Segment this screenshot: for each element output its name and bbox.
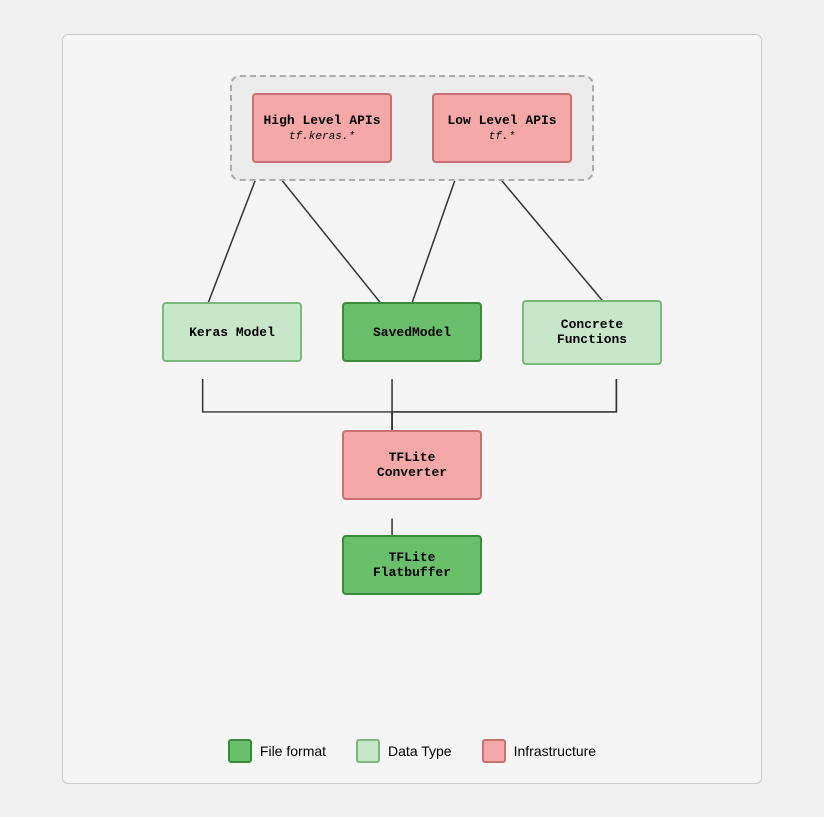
low-level-subtitle: tf.*: [489, 131, 515, 143]
concrete-functions-box: ConcreteFunctions: [522, 300, 662, 365]
high-level-subtitle: tf.keras.*: [289, 131, 355, 143]
tflite-converter-label: TFLiteConverter: [377, 450, 447, 480]
legend-file-format: File format: [228, 739, 326, 763]
diagram-area: High Level APIs tf.keras.* Low Level API…: [83, 65, 741, 719]
keras-model-box: Keras Model: [162, 302, 302, 362]
saved-model-label: SavedModel: [373, 325, 451, 340]
tflite-flatbuffer-label: TFLiteFlatbuffer: [373, 550, 451, 580]
legend-infrastructure-box: [482, 739, 506, 763]
legend-infrastructure-label: Infrastructure: [514, 743, 596, 759]
tflite-converter-box: TFLiteConverter: [342, 430, 482, 500]
tflite-flatbuffer-box: TFLiteFlatbuffer: [342, 535, 482, 595]
concrete-functions-label: ConcreteFunctions: [557, 317, 627, 347]
saved-model-box: SavedModel: [342, 302, 482, 362]
legend: File format Data Type Infrastructure: [228, 739, 596, 763]
legend-data-type: Data Type: [356, 739, 452, 763]
legend-data-type-label: Data Type: [388, 743, 452, 759]
low-level-title: Low Level APIs: [447, 113, 556, 128]
mid-row: Keras Model SavedModel ConcreteFunctions: [162, 300, 662, 365]
main-container: High Level APIs tf.keras.* Low Level API…: [62, 34, 762, 784]
legend-infrastructure: Infrastructure: [482, 739, 596, 763]
top-group: High Level APIs tf.keras.* Low Level API…: [230, 75, 594, 181]
keras-model-label: Keras Model: [189, 325, 275, 340]
legend-file-format-box: [228, 739, 252, 763]
low-level-apis-box: Low Level APIs tf.*: [432, 93, 572, 163]
high-level-apis-box: High Level APIs tf.keras.*: [252, 93, 392, 163]
legend-file-format-label: File format: [260, 743, 326, 759]
legend-data-type-box: [356, 739, 380, 763]
high-level-title: High Level APIs: [263, 113, 380, 128]
